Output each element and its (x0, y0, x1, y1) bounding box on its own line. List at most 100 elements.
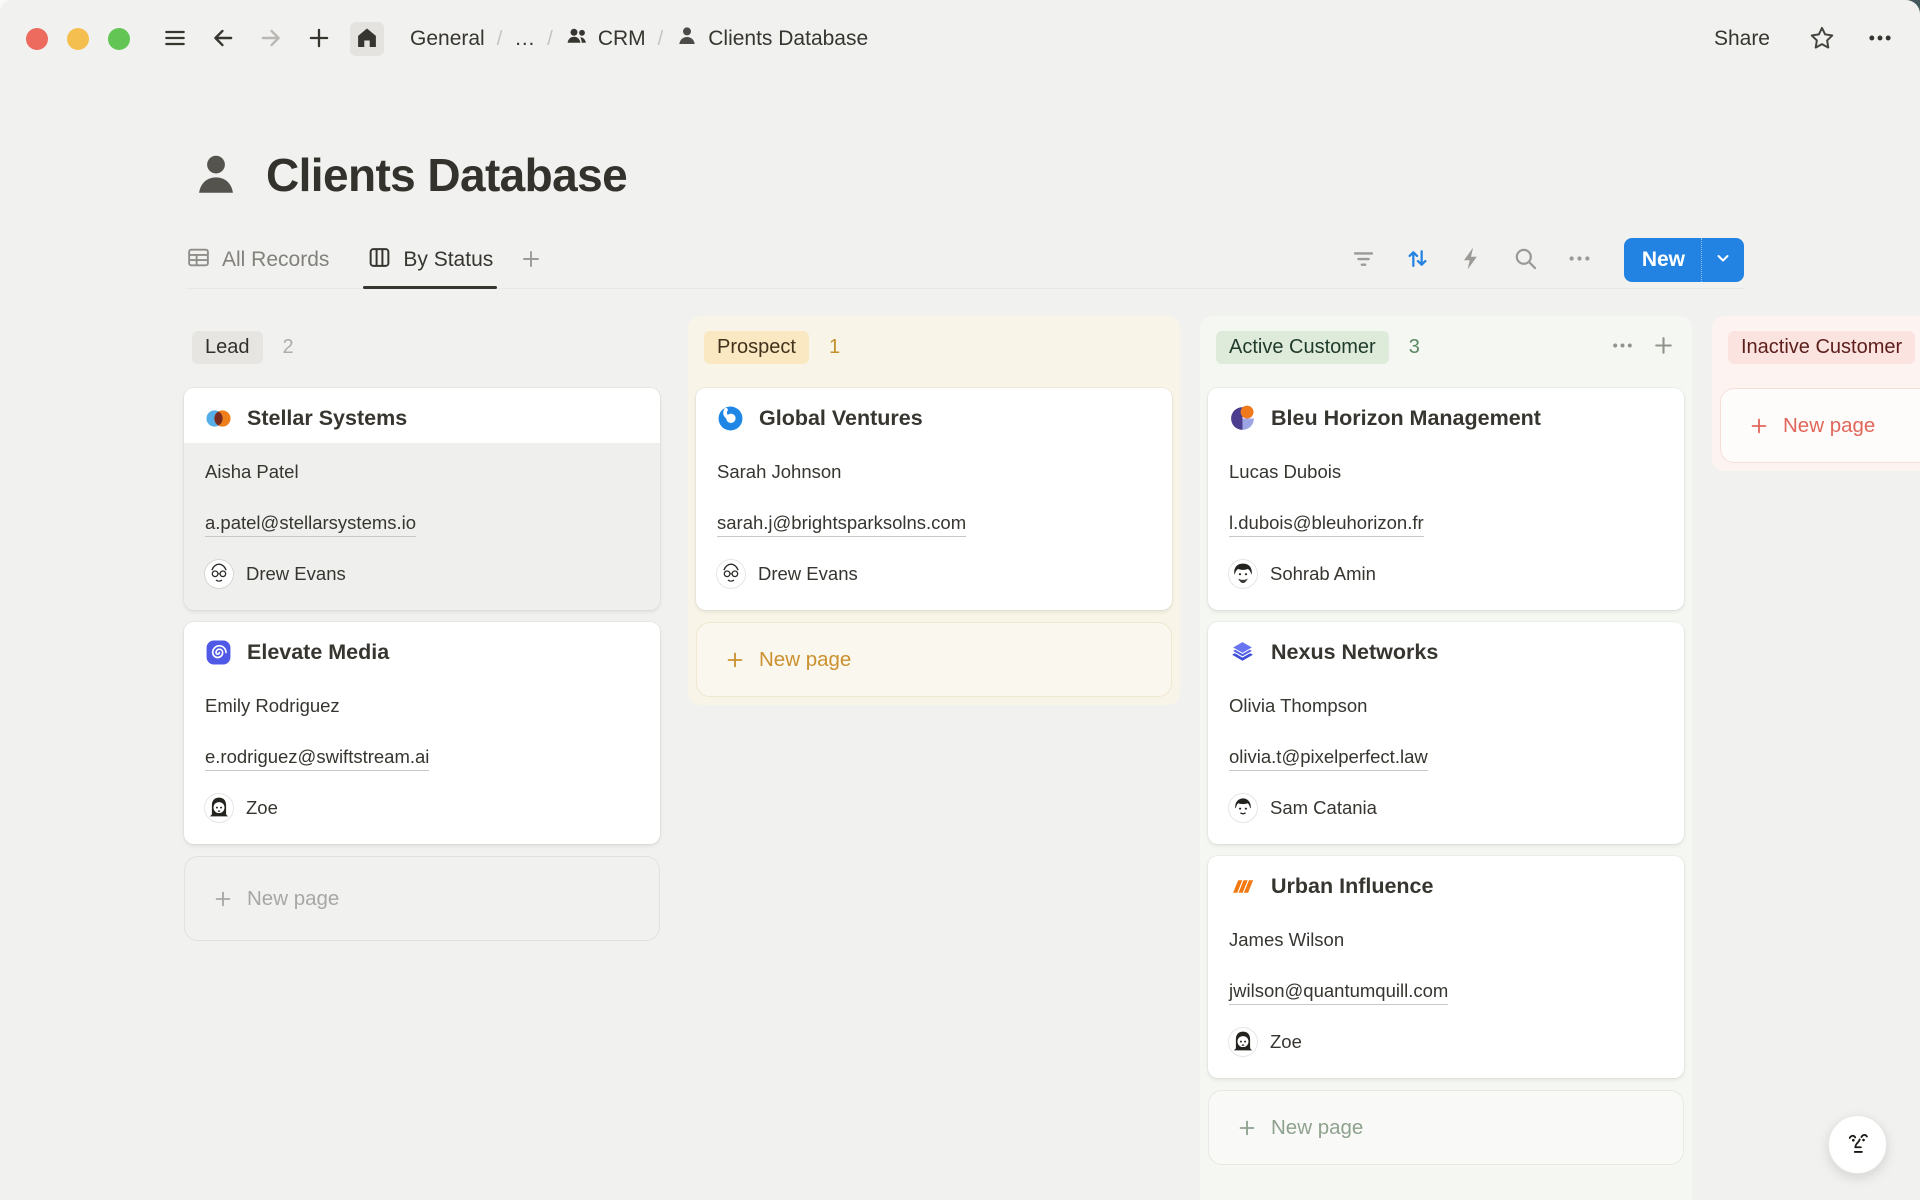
back-button[interactable] (206, 22, 240, 56)
board-column-lead: Lead 2 Stellar Systems Aisha Patel a.patel@s… (176, 316, 668, 949)
home-button[interactable] (350, 22, 384, 56)
view-options-button[interactable] (1566, 245, 1593, 275)
new-tab-button[interactable] (302, 22, 336, 56)
card-title-row: Urban Influence (1229, 873, 1663, 900)
person-icon[interactable] (190, 149, 242, 201)
zoe-avatar (1229, 1028, 1257, 1056)
plus-icon (212, 888, 234, 910)
drew-avatar (717, 560, 745, 588)
owner-name: Drew Evans (758, 563, 858, 585)
new-record-button[interactable]: New (1624, 248, 1701, 272)
sam-avatar (1229, 794, 1257, 822)
sort-arrows-icon (1404, 245, 1431, 275)
search-button[interactable] (1512, 245, 1539, 275)
close-window-button[interactable] (26, 28, 48, 50)
card-title-row: Global Ventures (717, 405, 1151, 432)
status-pill-active-customer[interactable]: Active Customer (1216, 331, 1389, 364)
client-card[interactable]: Stellar Systems Aisha Patel a.patel@stella… (184, 388, 660, 610)
ellipsis-icon (1566, 245, 1593, 275)
contact-email-link[interactable]: sarah.j@brightsparksolns.com (717, 512, 1151, 534)
app-window: General / … / CRM / Clients Database Sha… (0, 0, 1920, 1200)
lightning-icon (1458, 245, 1485, 275)
owner-row: Zoe (1229, 1028, 1663, 1056)
home-icon (354, 25, 380, 54)
column-header-lead: Lead 2 (184, 324, 660, 370)
zoe-avatar (205, 794, 233, 822)
board-column-prospect: Prospect1Global VenturesSarah Johnsonsar… (688, 316, 1180, 705)
new-page-button-active-customer[interactable]: New page (1208, 1090, 1684, 1165)
tab-by-status[interactable]: By Status (367, 232, 493, 288)
contact-name: Olivia Thompson (1229, 695, 1663, 717)
new-page-button-inactive-customer[interactable]: New page (1720, 388, 1920, 463)
new-record-button-group: New (1624, 238, 1744, 282)
contact-email-link[interactable]: e.rodriguez@swiftstream.ai (205, 746, 639, 768)
stellar-logo (205, 405, 232, 432)
people-icon (565, 24, 589, 54)
plus-icon (1748, 415, 1770, 437)
new-page-label: New page (1271, 1116, 1363, 1140)
minimize-window-button[interactable] (67, 28, 89, 50)
contact-name: Emily Rodriguez (205, 695, 639, 717)
column-actions (1610, 333, 1676, 361)
status-pill-prospect[interactable]: Prospect (704, 331, 809, 364)
status-pill-lead[interactable]: Lead (192, 331, 263, 364)
breadcrumb-item-general[interactable]: General (404, 24, 491, 54)
contact-name: Aisha Patel (205, 461, 639, 483)
status-pill-inactive-customer[interactable]: Inactive Customer (1728, 331, 1915, 364)
more-options-button[interactable] (1866, 24, 1894, 55)
global-logo (717, 405, 744, 432)
share-button[interactable]: Share (1706, 23, 1778, 55)
card-title-row: Elevate Media (205, 639, 639, 666)
tab-all-records[interactable]: All Records (186, 232, 329, 288)
kanban-board: Lead 2 Stellar Systems Aisha Patel a.patel@s… (176, 316, 1920, 1200)
sidebar-menu-button[interactable] (158, 22, 192, 56)
automations-button[interactable] (1458, 245, 1485, 275)
board-column-inactive-customer: Inactive Customer New page (1712, 316, 1920, 471)
bleu-logo (1229, 405, 1256, 432)
plus-icon (724, 649, 746, 671)
breadcrumb-item-ellipsis[interactable]: … (508, 24, 541, 54)
owner-name: Zoe (1270, 1031, 1302, 1053)
new-record-dropdown-button[interactable] (1701, 238, 1744, 282)
search-icon (1512, 245, 1539, 275)
nexus-logo (1229, 639, 1256, 666)
company-name: Stellar Systems (247, 406, 407, 431)
contact-email-link[interactable]: l.dubois@bleuhorizon.fr (1229, 512, 1663, 534)
company-name: Bleu Horizon Management (1271, 406, 1541, 431)
client-card[interactable]: Nexus NetworksOlivia Thompsonolivia.t@pi… (1208, 622, 1684, 844)
contact-name: Sarah Johnson (717, 461, 1151, 483)
ai-face-icon (1841, 1126, 1875, 1163)
client-card[interactable]: Urban Influence James Wilson jwilson@quant… (1208, 856, 1684, 1078)
add-view-button[interactable] (519, 247, 543, 274)
company-name: Global Ventures (759, 406, 923, 431)
new-page-button-prospect[interactable]: New page (696, 622, 1172, 697)
breadcrumb-separator: / (497, 28, 503, 51)
filter-button[interactable] (1350, 245, 1377, 275)
plus-icon (306, 25, 332, 54)
client-card[interactable]: Bleu Horizon ManagementLucas Duboisl.dub… (1208, 388, 1684, 610)
new-page-button-lead[interactable]: New page (184, 856, 660, 941)
client-card[interactable]: Global Ventures Sarah Johnson sarah.j@brig… (696, 388, 1172, 610)
contact-name: James Wilson (1229, 929, 1663, 951)
board-column-active-customer: Active Customer3Bleu Horizon ManagementL… (1200, 316, 1692, 1200)
forward-button[interactable] (254, 22, 288, 56)
notion-ai-button[interactable] (1828, 1115, 1887, 1174)
contact-email-link[interactable]: olivia.t@pixelperfect.law (1229, 746, 1663, 768)
column-add-card-button[interactable] (1651, 333, 1676, 361)
contact-email-link[interactable]: jwilson@quantumquill.com (1229, 980, 1663, 1002)
column-count: 2 (283, 336, 294, 359)
card-title-row: Bleu Horizon Management (1229, 405, 1663, 432)
contact-email-link[interactable]: a.patel@stellarsystems.io (205, 512, 639, 534)
drew-avatar (205, 560, 233, 588)
owner-row: Zoe (205, 794, 639, 822)
maximize-window-button[interactable] (108, 28, 130, 50)
plus-icon (519, 259, 543, 274)
breadcrumb-item-clients-database[interactable]: Clients Database (669, 21, 874, 57)
urban-logo (1229, 873, 1256, 900)
client-card[interactable]: Elevate Media Emily Rodriguez e.rodriguez@… (184, 622, 660, 844)
person-icon (675, 24, 699, 54)
favorite-button[interactable] (1808, 24, 1836, 55)
column-options-button[interactable] (1610, 333, 1635, 361)
sort-button[interactable] (1404, 245, 1431, 275)
breadcrumb-item-crm[interactable]: CRM (559, 21, 652, 57)
